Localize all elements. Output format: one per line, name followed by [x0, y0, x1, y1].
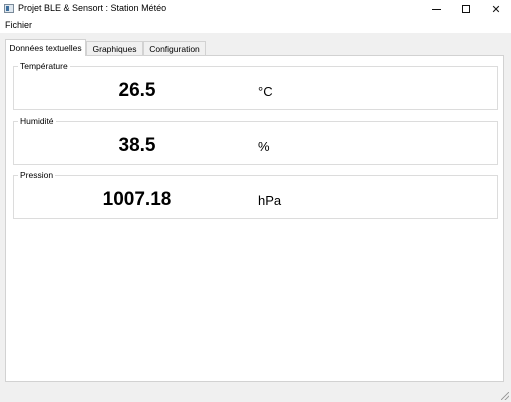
humidity-group: Humidité 38.5 % — [13, 116, 498, 165]
menu-fichier[interactable]: Fichier — [5, 20, 32, 30]
title-bar: Projet BLE & Sensort : Station Météo ✕ — [0, 0, 511, 18]
maximize-icon — [462, 5, 470, 13]
menu-bar: Fichier — [0, 18, 511, 33]
pressure-group: Pression 1007.18 hPa — [13, 170, 498, 219]
app-icon — [4, 4, 14, 13]
tab-graphiques[interactable]: Graphiques — [86, 41, 143, 55]
humidity-value: 38.5 — [118, 135, 156, 156]
temperature-group: Température 26.5 °C — [13, 61, 498, 110]
minimize-button[interactable] — [421, 0, 451, 18]
tab-donnees-textuelles[interactable]: Données textuelles — [5, 39, 86, 56]
pressure-value: 1007.18 — [102, 189, 172, 210]
tab-panel-donnees-textuelles: Température 26.5 °C Humidité 38.5 % Pres… — [5, 55, 504, 382]
temperature-value: 26.5 — [118, 80, 156, 101]
window-title: Projet BLE & Sensort : Station Météo — [18, 3, 167, 13]
temperature-unit: °C — [258, 84, 273, 99]
minimize-icon — [431, 8, 441, 10]
temperature-label: Température — [18, 61, 70, 71]
resize-grip-icon[interactable] — [501, 392, 509, 400]
pressure-label: Pression — [18, 170, 56, 180]
humidity-unit: % — [258, 139, 270, 154]
maximize-button[interactable] — [451, 0, 481, 18]
close-button[interactable]: ✕ — [481, 0, 511, 18]
tab-configuration[interactable]: Configuration — [143, 41, 206, 55]
pressure-unit: hPa — [258, 193, 282, 208]
close-icon: ✕ — [491, 3, 501, 16]
humidity-label: Humidité — [18, 116, 56, 126]
